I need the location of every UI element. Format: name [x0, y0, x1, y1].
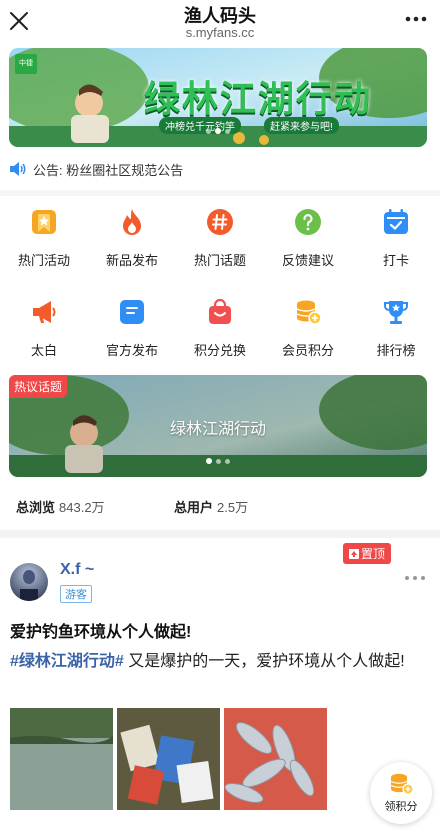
trophy-icon — [384, 301, 408, 324]
claim-points-label: 领积分 — [384, 801, 418, 813]
feature-grid: 热门活动 新品发布 热门话题 反馈建议 打卡 太白 官方发布 积分兑换 会员积分… — [0, 200, 440, 380]
grid-label: 反馈建议 — [281, 253, 334, 268]
hot-topic-caption: 绿林江湖行动 — [169, 421, 266, 438]
grid-label: 太白 — [30, 343, 57, 358]
post-body: #绿林江湖行动# 又是爆护的一天，爱护环境从个人做起! — [10, 649, 428, 674]
post-image-fish[interactable] — [224, 708, 327, 810]
grid-label: 会员积分 — [281, 343, 334, 358]
grid-label: 排行榜 — [376, 343, 416, 358]
carousel-indicator — [9, 451, 427, 469]
hot-topic-banner[interactable]: 绿林江湖行动 — [9, 375, 427, 477]
coins-icon — [296, 300, 322, 325]
post-title: 爱护钓鱼环境从个人做起! — [10, 624, 192, 641]
grid-label: 积分兑换 — [193, 343, 246, 358]
total-users: 总用户 2.5万 — [174, 500, 249, 515]
question-icon — [295, 209, 321, 235]
grid-label: 官方发布 — [105, 343, 158, 358]
flame-icon — [123, 209, 141, 235]
post-image-bait-bags[interactable] — [117, 708, 220, 810]
grid-item-feedback[interactable]: 反馈建议 — [264, 200, 352, 290]
divider — [0, 190, 440, 196]
hashtag-icon — [207, 209, 233, 235]
grid-label: 新品发布 — [105, 253, 158, 268]
total-views: 总浏览 843.2万 — [16, 500, 105, 515]
document-icon — [120, 300, 144, 324]
announcement-bar[interactable]: 公告: 粉丝圈社区规范公告 — [9, 157, 431, 181]
community-stats: 总浏览 843.2万 总用户 2.5万 — [16, 497, 424, 523]
speaker-icon — [10, 162, 26, 176]
grid-item-hot-events[interactable]: 热门活动 — [0, 200, 88, 290]
carousel-indicator — [9, 121, 427, 139]
banner-headline: 绿林江湖行动 — [143, 79, 372, 120]
grid-item-check-in[interactable]: 打卡 — [352, 200, 440, 290]
grid-label: 热门活动 — [17, 253, 70, 268]
page-url: s.myfans.cc — [185, 25, 255, 40]
post-more-icon[interactable] — [404, 575, 426, 581]
more-options-icon[interactable] — [402, 9, 430, 29]
post-hashtag[interactable]: #绿林江湖行动# — [10, 653, 124, 670]
announcement-text: 公告: 粉丝圈社区规范公告 — [33, 162, 184, 178]
avatar[interactable] — [10, 563, 48, 601]
username[interactable]: X.f ~ — [60, 561, 94, 579]
grid-label: 热门话题 — [193, 253, 246, 268]
pinned-badge: 置顶 — [342, 543, 391, 564]
claim-points-button[interactable]: 领积分 — [370, 762, 432, 824]
user-role-badge: 游客 — [60, 585, 92, 603]
divider — [0, 530, 440, 538]
star-bookmark-icon — [32, 210, 56, 234]
post-images — [10, 708, 327, 810]
promo-banner[interactable]: 中捷 绿林江湖行动 冲榜兑千元钓竿 赶紧来参与吧! — [9, 48, 427, 147]
top-bar: 渔人码头 s.myfans.cc — [0, 0, 440, 47]
shopping-bag-icon — [209, 298, 231, 324]
post-image-lake[interactable] — [10, 708, 113, 810]
post-body-text: 又是爆护的一天，爱护环境从个人做起! — [123, 653, 405, 670]
grid-item-new-releases[interactable]: 新品发布 — [88, 200, 176, 290]
avatar-image — [10, 563, 48, 601]
pin-arrow-icon — [348, 549, 359, 559]
calendar-check-icon — [384, 209, 408, 234]
coins-icon — [390, 773, 414, 795]
grid-label: 打卡 — [382, 253, 409, 268]
megaphone-icon — [33, 301, 56, 323]
divider — [0, 367, 440, 374]
hot-topic-tag: 热议话题 — [9, 375, 68, 398]
grid-item-hot-topics[interactable]: 热门话题 — [176, 200, 264, 290]
